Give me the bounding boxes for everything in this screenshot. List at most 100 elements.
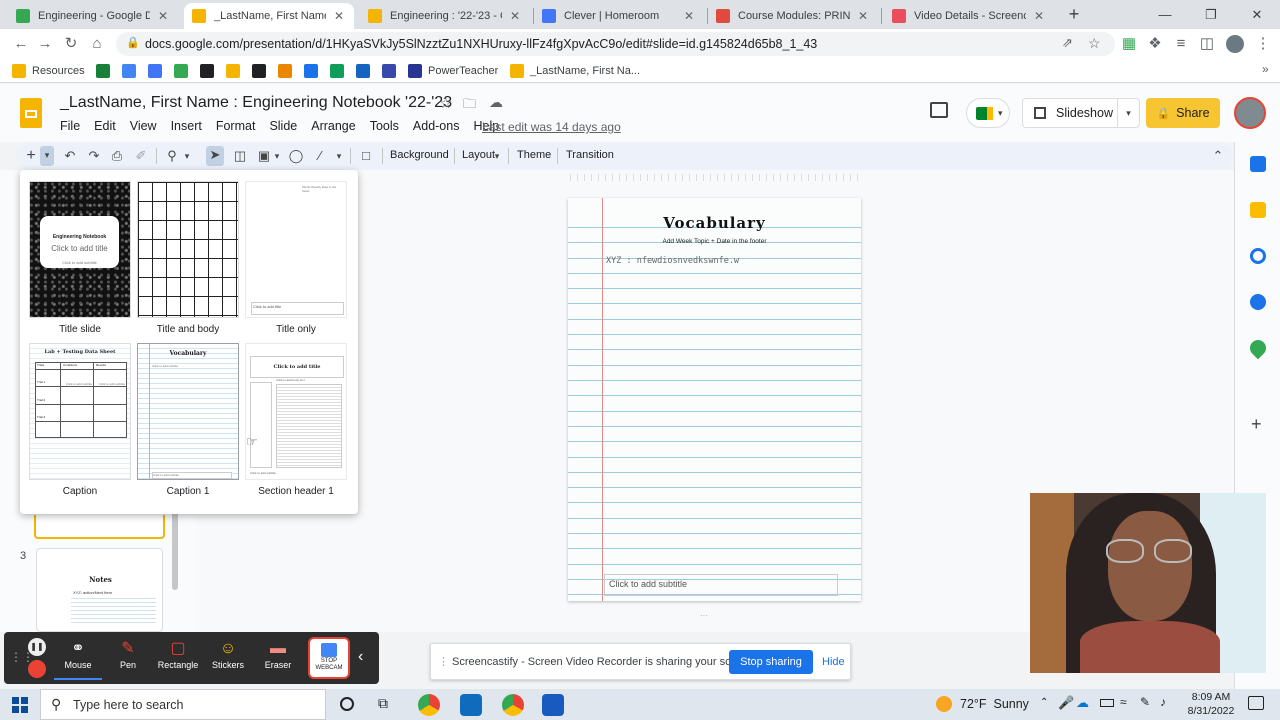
layout-caption-1[interactable]: Vocabulary Click to add subtitle Click t…	[137, 343, 239, 480]
onedrive-icon[interactable]: ☁	[1076, 695, 1089, 711]
bookmark-item[interactable]: Resources	[12, 63, 85, 79]
clock-date[interactable]: 8/31/2022	[1184, 705, 1238, 717]
show-hidden-icons[interactable]: ⌃	[1040, 697, 1048, 708]
filmstrip-scrollbar[interactable]	[172, 510, 178, 590]
layout-dropdown-icon[interactable]: ▾	[40, 146, 54, 166]
clock-time[interactable]: 8:09 AM	[1190, 691, 1232, 703]
slide-body-line[interactable]: XYZ : nfewdiosnvedkswnfe.w	[606, 256, 739, 266]
maps-icon[interactable]	[1246, 336, 1270, 360]
bookmark-item[interactable]	[356, 63, 376, 79]
eraser-tool[interactable]: ▬ Eraser	[254, 638, 302, 680]
bookmark-item[interactable]	[252, 63, 272, 79]
word-taskbar-icon[interactable]	[542, 694, 564, 716]
theme-button[interactable]: Theme	[517, 149, 551, 161]
reload-icon[interactable]: ↻	[62, 35, 80, 53]
redo-icon[interactable]: ↷	[86, 147, 102, 165]
current-slide[interactable]: Vocabulary Add Week Topic + Date in the …	[568, 198, 861, 601]
browser-tab[interactable]: _LastName, First Name : Eng ✕	[184, 3, 354, 29]
image-dropdown-icon[interactable]: ▾	[272, 147, 282, 165]
stop-webcam-button[interactable]: STOP WEBCAM	[308, 637, 350, 679]
bookmark-item[interactable]	[148, 63, 168, 79]
transition-button[interactable]: Transition	[566, 149, 614, 161]
more-bookmarks-icon[interactable]: »	[1262, 62, 1269, 76]
tab-close-icon[interactable]: ✕	[682, 9, 696, 23]
address-bar[interactable]: 🔒 docs.google.com/presentation/d/1HKyaSV…	[116, 32, 1115, 56]
slideshow-button[interactable]: Slideshow ▾	[1022, 98, 1140, 128]
maximize-icon[interactable]: ❐	[1188, 0, 1234, 29]
share-button[interactable]: 🔒 Share	[1146, 98, 1220, 128]
layout-menu-dropdown-icon[interactable]: ▾	[492, 147, 502, 165]
text-box-icon[interactable]: ◫	[232, 147, 248, 165]
document-title[interactable]: _LastName, First Name : Engineering Note…	[60, 94, 452, 112]
collapse-toolbar-icon[interactable]: ‹	[358, 648, 363, 666]
tasks-icon[interactable]	[1250, 248, 1266, 264]
shape-icon[interactable]: ◯	[288, 147, 304, 165]
pen-workspace-icon[interactable]: ✎	[1140, 695, 1150, 709]
pen-tool[interactable]: ✎ Pen	[104, 638, 152, 680]
volume-icon[interactable]: ♪	[1160, 695, 1166, 709]
layout-caption[interactable]: Lab + Testing Data Sheet Trials Conditio…	[29, 343, 131, 480]
bookmark-item[interactable]	[200, 63, 220, 79]
star-icon[interactable]: ☆	[439, 94, 452, 112]
bookmark-item[interactable]: PowerTeacher	[408, 63, 498, 79]
reading-list-icon[interactable]: ≡	[1172, 35, 1190, 53]
stop-recording-button[interactable]	[28, 660, 46, 678]
chrome-taskbar-icon[interactable]	[418, 694, 440, 716]
layout-section-header-1[interactable]: Click to add title Click to add body tex…	[245, 343, 347, 480]
tab-close-icon[interactable]: ✕	[508, 9, 522, 23]
microphone-icon[interactable]: 🎤	[1058, 695, 1074, 711]
slide-footer-note[interactable]: Add Week Topic + Date in the footer	[568, 238, 861, 245]
bookmark-item[interactable]	[278, 63, 298, 79]
wifi-icon[interactable]: ≈	[1120, 695, 1127, 709]
taskbar-search[interactable]: ⚲ Type here to search	[40, 689, 326, 720]
hide-button[interactable]: Hide	[822, 656, 845, 668]
tab-close-icon[interactable]: ✕	[332, 9, 346, 23]
slideshow-dropdown-icon[interactable]: ▾	[1117, 99, 1139, 127]
menu-arrange[interactable]: Arrange	[311, 119, 355, 133]
browser-tab[interactable]: Video Details - Screencastif ✕	[884, 3, 1054, 29]
background-button[interactable]: Background	[390, 149, 449, 161]
menu-format[interactable]: Format	[216, 119, 256, 133]
zoom-dropdown-icon[interactable]: ▾	[182, 147, 192, 165]
subtitle-placeholder[interactable]: Click to add subtitle	[604, 574, 838, 596]
extensions-puzzle-icon[interactable]: ❖	[1146, 35, 1164, 53]
close-window-icon[interactable]: ✕	[1234, 0, 1280, 29]
menu-tools[interactable]: Tools	[370, 119, 399, 133]
browser-tab[interactable]: Course Modules: PRIN APL ✕	[708, 3, 878, 29]
chrome-profile-taskbar-icon[interactable]	[502, 694, 524, 716]
bookmark-item[interactable]	[122, 63, 142, 79]
browser-tab[interactable]: Clever | Homeroom ✕	[534, 3, 704, 29]
side-panel-icon[interactable]: ◫	[1198, 35, 1216, 53]
filmstrip-slide-3[interactable]: Notes XYZ: action/Next Item	[36, 548, 163, 632]
image-icon[interactable]: ▣	[256, 147, 272, 165]
tab-close-icon[interactable]: ✕	[856, 9, 870, 23]
browser-tab[interactable]: Engineering - Google Drive ✕	[8, 3, 178, 29]
task-view-icon[interactable]: ⧉	[378, 695, 388, 712]
select-cursor-icon[interactable]: ➤	[206, 146, 224, 166]
extension-sheets-icon[interactable]: ▦	[1120, 35, 1138, 53]
menu-insert[interactable]: Insert	[171, 119, 202, 133]
share-page-icon[interactable]: ⇗	[1062, 35, 1073, 51]
meet-icon[interactable]: ▾	[966, 98, 1010, 128]
slide-title[interactable]: Vocabulary	[568, 214, 861, 232]
windows-start-icon[interactable]	[12, 697, 28, 713]
line-icon[interactable]: ∕	[312, 147, 328, 165]
move-folder-icon[interactable]: 🗀	[463, 95, 476, 117]
cortana-icon[interactable]	[340, 697, 354, 711]
chrome-menu-icon[interactable]: ⋮	[1254, 35, 1272, 53]
new-tab-button[interactable]: +	[1064, 4, 1084, 24]
contacts-icon[interactable]	[1250, 294, 1266, 310]
calendar-icon[interactable]	[1250, 156, 1266, 172]
weather-text[interactable]: 72°F Sunny	[960, 697, 1029, 711]
battery-icon[interactable]	[1100, 699, 1114, 707]
menu-file[interactable]: File	[60, 119, 80, 133]
minimize-icon[interactable]: —	[1142, 0, 1188, 29]
menu-edit[interactable]: Edit	[94, 119, 116, 133]
browser-tab[interactable]: Engineering : '22-'23 - Goo ✕	[360, 3, 530, 29]
layout-title-only[interactable]: Month Weekly Date in the footer Click to…	[245, 181, 347, 318]
home-icon[interactable]: ⌂	[88, 35, 106, 53]
stickers-tool[interactable]: ☺ Stickers	[204, 638, 252, 680]
tab-close-icon[interactable]: ✕	[1032, 9, 1046, 23]
new-slide-icon[interactable]: +	[24, 147, 38, 165]
bookmark-item[interactable]	[330, 63, 350, 79]
